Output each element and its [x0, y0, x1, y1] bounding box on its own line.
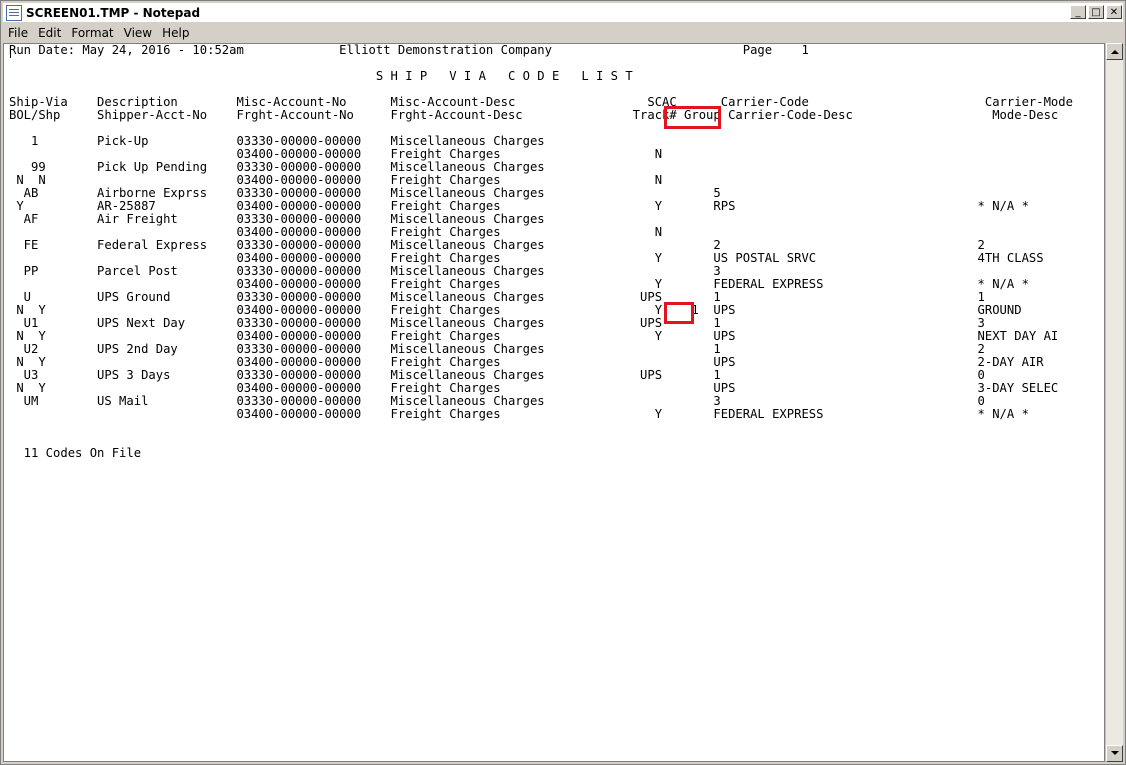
menu-view[interactable]: View	[119, 26, 157, 40]
group-header-highlight	[664, 106, 721, 129]
close-button[interactable]: ✕	[1106, 5, 1122, 19]
menu-help[interactable]: Help	[157, 26, 194, 40]
group-value-highlight	[664, 302, 694, 324]
menu-edit[interactable]: Edit	[33, 26, 66, 40]
report-line: BOL/Shp Shipper-Acct-No Frght-Account-No…	[9, 108, 1059, 122]
window-title: SCREEN01.TMP - Notepad	[26, 5, 201, 20]
menu-bar: File Edit Format View Help	[3, 23, 1123, 42]
text-caret	[10, 46, 11, 58]
scroll-up-arrow-icon[interactable]	[1106, 43, 1123, 60]
menu-file[interactable]: File	[3, 26, 33, 40]
report-line: Run Date: May 24, 2016 - 10:52am Elliott…	[9, 43, 809, 57]
report-text: Run Date: May 24, 2016 - 10:52am Elliott…	[9, 44, 1073, 460]
report-line	[9, 434, 1073, 447]
report-line: 03400-00000-00000 Freight Charges Y FEDE…	[9, 407, 1029, 421]
scroll-down-arrow-icon[interactable]	[1106, 745, 1123, 762]
menu-format[interactable]: Format	[66, 26, 118, 40]
notepad-icon	[6, 4, 22, 21]
title-bar[interactable]: SCREEN01.TMP - Notepad _ □ ✕	[3, 3, 1123, 22]
notepad-window: SCREEN01.TMP - Notepad _ □ ✕ File Edit F…	[0, 0, 1126, 765]
report-line	[9, 421, 1073, 434]
window-controls: _ □ ✕	[1070, 5, 1122, 19]
maximize-button[interactable]: □	[1088, 5, 1104, 19]
minimize-button[interactable]: _	[1070, 5, 1086, 19]
vertical-scrollbar[interactable]	[1105, 43, 1123, 762]
report-line: S H I P V I A C O D E L I S T	[9, 69, 633, 83]
text-editor-area[interactable]: Run Date: May 24, 2016 - 10:52am Elliott…	[3, 43, 1105, 762]
report-line: 11 Codes On File	[9, 446, 142, 460]
